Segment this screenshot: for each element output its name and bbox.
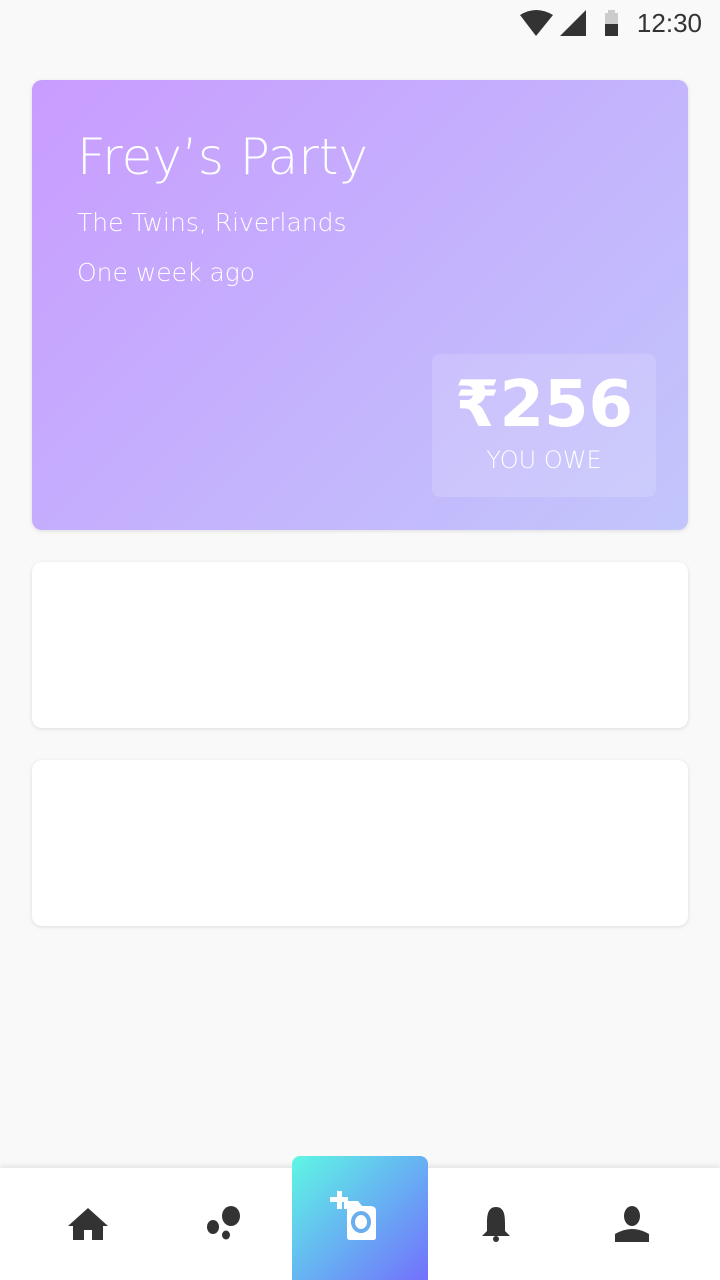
clock: 12:30 — [636, 8, 702, 38]
owe-amount: ₹256 — [454, 368, 634, 442]
nav-groups[interactable] — [152, 1168, 296, 1280]
groups-icon — [207, 1206, 240, 1240]
status-bar: 12:30 — [0, 0, 720, 48]
event-location: The Twins, Riverlands — [77, 208, 347, 237]
placeholder-card[interactable] — [32, 760, 688, 926]
profile-icon — [615, 1206, 649, 1242]
notifications-icon — [482, 1207, 510, 1242]
owe-badge: ₹256 YOU OWE — [432, 354, 656, 497]
home-icon — [68, 1208, 108, 1240]
event-title: Frey’s Party — [77, 128, 369, 186]
nav-profile[interactable] — [560, 1168, 704, 1280]
event-card[interactable]: Frey’s Party The Twins, Riverlands One w… — [32, 80, 688, 530]
battery-icon — [605, 10, 618, 36]
event-time: One week ago — [77, 258, 256, 287]
status-icons — [520, 10, 618, 36]
nav-notifications[interactable] — [424, 1168, 568, 1280]
owe-label: YOU OWE — [486, 446, 602, 474]
signal-icon — [560, 10, 586, 36]
wifi-icon — [520, 10, 553, 36]
placeholder-card[interactable] — [32, 562, 688, 728]
add-photo-icon — [330, 1191, 376, 1240]
add-photo-button[interactable] — [292, 1156, 428, 1280]
nav-home[interactable] — [16, 1168, 160, 1280]
